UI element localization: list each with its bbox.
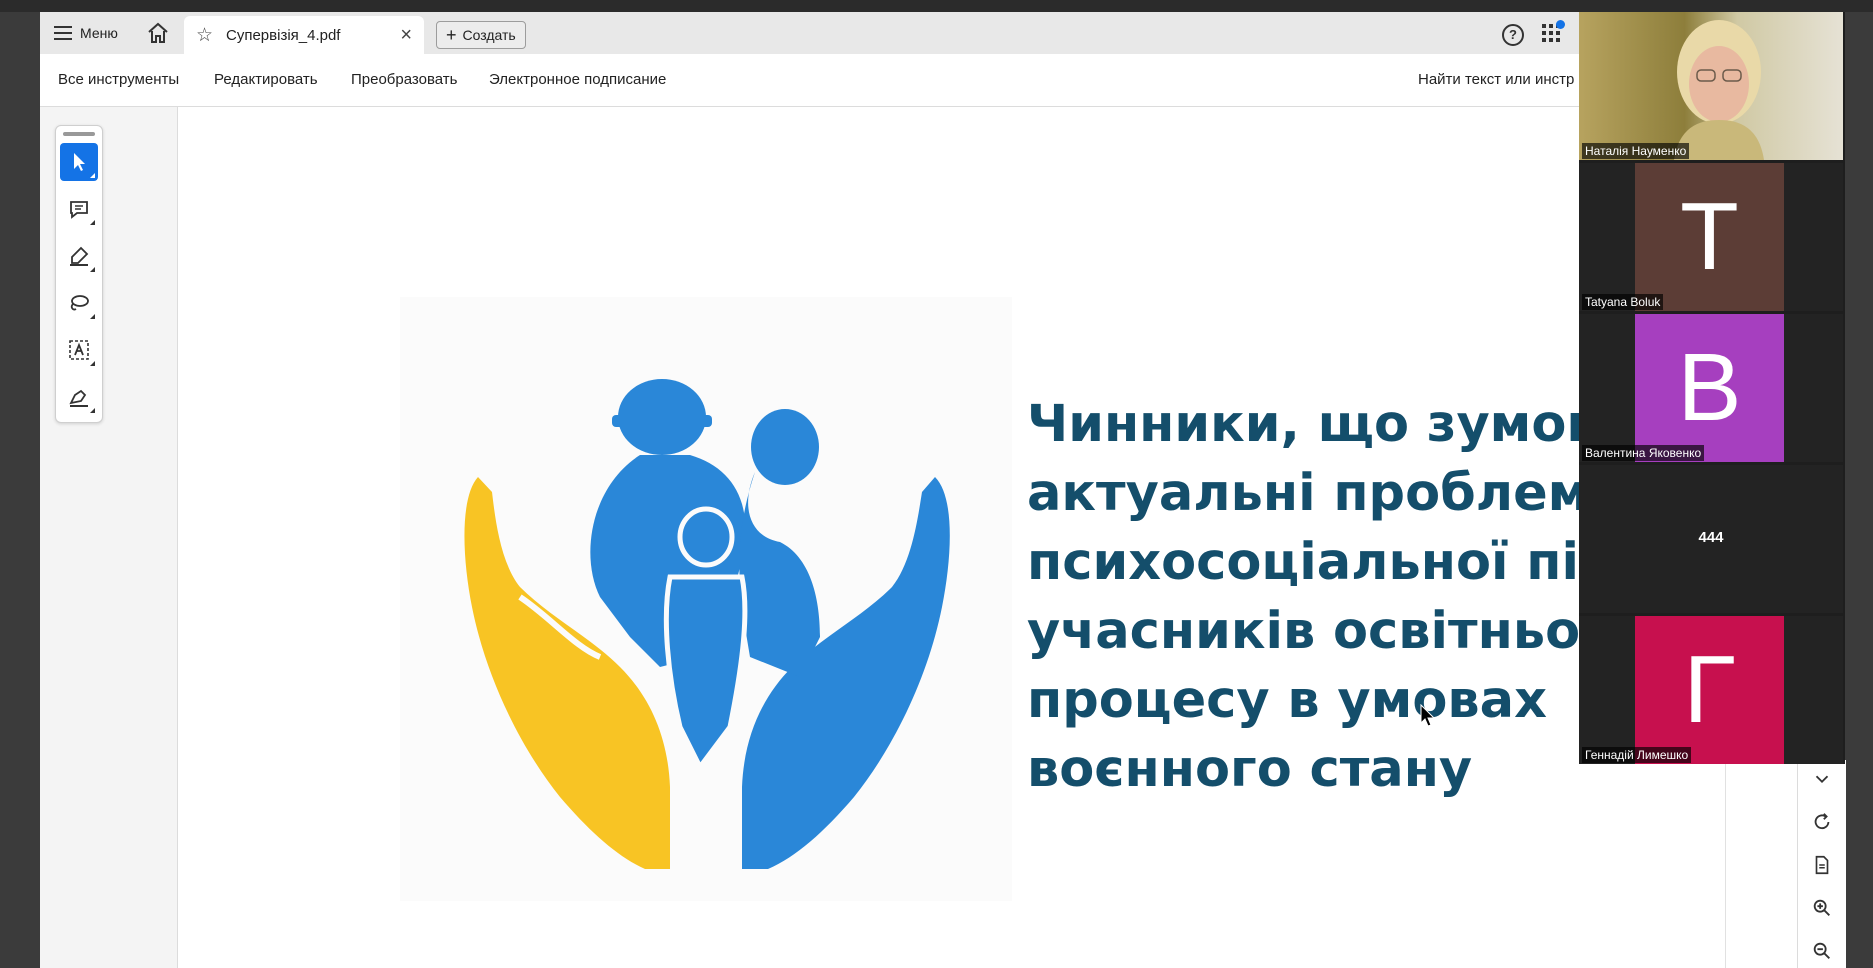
search-text-button[interactable]: Найти текст или инстр (1418, 71, 1574, 88)
background-app-left (0, 12, 40, 968)
menu-label: Меню (80, 25, 118, 41)
toolbar-all-tools[interactable]: Все инструменты (58, 71, 179, 88)
background-app-right (1845, 12, 1873, 968)
video-tile[interactable]: Наталія Науменко (1579, 12, 1843, 160)
video-tile[interactable]: 444 (1579, 465, 1843, 613)
participant-name: Валентина Яковенко (1582, 445, 1705, 461)
text-select-icon[interactable] (60, 331, 98, 369)
tab-title: Супервізія_4.pdf (226, 26, 341, 44)
video-gallery: Наталія Науменко T Tatyana Boluk В Вален… (1579, 12, 1845, 764)
window-top-strip (0, 0, 1873, 12)
sign-pen-icon[interactable] (60, 378, 98, 416)
rotate-icon[interactable] (1811, 811, 1833, 833)
document-page: Чинники, що зумовлюють актуальні проблем… (178, 107, 1834, 968)
family-hands-logo (400, 297, 1012, 901)
chevron-down-icon[interactable] (1811, 768, 1833, 790)
comment-icon[interactable] (60, 190, 98, 228)
zoom-in-icon[interactable] (1811, 897, 1833, 919)
select-arrow-icon[interactable] (60, 143, 98, 181)
create-label: Создать (462, 27, 516, 43)
participant-name: Геннадій Лимешко (1582, 747, 1692, 763)
tab-bar: Меню ☆ Супервізія_4.pdf × + Создать ? (40, 12, 1845, 55)
toolbar-convert[interactable]: Преобразовать (351, 71, 457, 88)
close-icon[interactable]: × (400, 24, 412, 47)
lasso-icon[interactable] (60, 284, 98, 322)
toolbar-esign[interactable]: Электронное подписание (489, 71, 666, 88)
home-icon[interactable] (146, 21, 172, 45)
quick-tools-panel (55, 125, 103, 423)
video-tile[interactable]: Г Геннадій Лимешко (1579, 616, 1843, 764)
highlighter-icon[interactable] (60, 237, 98, 275)
apps-icon[interactable] (1542, 20, 1565, 42)
pdf-viewer-window: Меню ☆ Супервізія_4.pdf × + Создать ? Вс… (40, 12, 1845, 968)
main-toolbar: Все инструменты Редактировать Преобразов… (40, 54, 1845, 107)
participant-name: Наталія Науменко (1582, 143, 1690, 159)
participant-name: Tatyana Boluk (1582, 294, 1664, 310)
toolbar-edit[interactable]: Редактировать (214, 71, 318, 88)
avatar: В (1635, 314, 1784, 462)
plus-icon: + (446, 25, 457, 45)
video-tile[interactable]: T Tatyana Boluk (1579, 163, 1843, 311)
help-icon[interactable]: ? (1502, 24, 1524, 46)
tab-document[interactable]: ☆ Супервізія_4.pdf × (184, 16, 424, 54)
video-tile[interactable]: В Валентина Яковенко (1579, 314, 1843, 462)
drag-handle[interactable] (63, 132, 95, 136)
star-icon[interactable]: ☆ (196, 24, 216, 47)
page-icon[interactable] (1811, 854, 1833, 876)
hamburger-icon (54, 26, 72, 40)
avatar: T (1635, 163, 1784, 311)
menu-button[interactable]: Меню (54, 20, 118, 46)
zoom-out-icon[interactable] (1811, 940, 1833, 962)
mouse-cursor-icon (1420, 704, 1436, 727)
create-button[interactable]: + Создать (436, 21, 526, 49)
page-controls-bar (1797, 760, 1846, 968)
camera-feed (1579, 12, 1843, 160)
participant-label: 444 (1698, 529, 1724, 546)
avatar: Г (1635, 616, 1784, 764)
